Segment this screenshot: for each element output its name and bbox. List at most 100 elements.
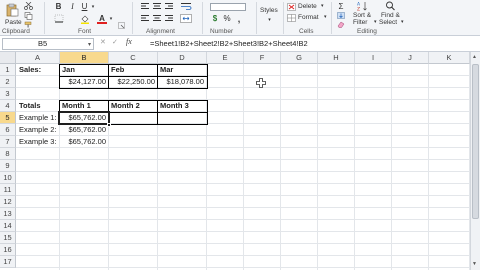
align-bottom-icon[interactable]: [164, 2, 174, 11]
percent-format-button[interactable]: %: [222, 14, 232, 23]
sort-filter-dropdown-icon[interactable]: ▾: [374, 19, 377, 25]
formula-input[interactable]: =Sheet1!B2+Sheet2!B2+Sheet3!B2+Sheet4!B2: [150, 38, 470, 50]
row-header-13[interactable]: 13: [0, 208, 16, 220]
fill-handle[interactable]: [107, 123, 111, 127]
format-cells-button[interactable]: Format: [298, 14, 319, 21]
sort-filter-button[interactable]: Filter: [353, 19, 367, 26]
styles-dropdown-icon[interactable]: ▾: [266, 17, 273, 23]
align-center-icon[interactable]: [152, 14, 162, 23]
row-header-9[interactable]: 9: [0, 160, 16, 172]
row-header-8[interactable]: 8: [0, 148, 16, 160]
cell-b6[interactable]: $65,762.00: [60, 124, 108, 136]
row-header-12[interactable]: 12: [0, 196, 16, 208]
cell-a5[interactable]: Example 1:: [17, 112, 59, 124]
sort-filter-label[interactable]: Sort &: [353, 12, 371, 19]
column-header-i[interactable]: I: [355, 52, 392, 64]
styles-button[interactable]: Styles: [260, 7, 278, 14]
row-header-11[interactable]: 11: [0, 184, 16, 196]
row-header-5[interactable]: 5: [0, 112, 16, 124]
cell-d1[interactable]: Mar: [158, 64, 206, 76]
delete-cells-button[interactable]: Delete: [298, 3, 317, 10]
delete-cells-icon[interactable]: [287, 3, 296, 11]
cell-c4[interactable]: Month 2: [109, 100, 157, 112]
font-dialog-launcher-icon[interactable]: [118, 22, 125, 29]
select-all-corner[interactable]: [0, 52, 16, 64]
vertical-scrollbar[interactable]: ▲ ▼: [470, 52, 480, 270]
cell-a4[interactable]: Totals: [17, 100, 59, 112]
align-middle-icon[interactable]: [152, 2, 162, 11]
cell-a6[interactable]: Example 2:: [17, 124, 59, 136]
row-header-1[interactable]: 1: [0, 64, 16, 76]
column-header-f[interactable]: F: [244, 52, 281, 64]
row-header-14[interactable]: 14: [0, 220, 16, 232]
row-header-2[interactable]: 2: [0, 76, 16, 88]
row-header-6[interactable]: 6: [0, 124, 16, 136]
align-top-left-icon[interactable]: [140, 2, 150, 11]
align-right-icon[interactable]: [164, 14, 174, 23]
cell-d4[interactable]: Month 3: [158, 100, 206, 112]
column-header-h[interactable]: H: [318, 52, 355, 64]
column-header-d[interactable]: D: [158, 52, 207, 64]
clear-icon[interactable]: [337, 21, 345, 28]
currency-format-button[interactable]: $: [210, 14, 220, 23]
fill-color-icon[interactable]: [80, 14, 90, 24]
column-header-j[interactable]: J: [392, 52, 429, 64]
cell-a7[interactable]: Example 3:: [17, 136, 59, 148]
comma-format-button[interactable]: ,: [234, 14, 244, 24]
delete-cells-dropdown-icon[interactable]: ▾: [321, 3, 324, 9]
cell-c2[interactable]: $22,250.00: [109, 76, 157, 88]
column-header-e[interactable]: E: [207, 52, 244, 64]
cell-c1[interactable]: Feb: [109, 64, 157, 76]
wrap-text-icon[interactable]: [180, 2, 192, 11]
column-header-b[interactable]: B: [60, 52, 109, 64]
fill-icon[interactable]: [337, 12, 345, 19]
column-header-a[interactable]: A: [16, 52, 60, 64]
font-color-icon[interactable]: A: [96, 13, 108, 24]
underline-dropdown-icon[interactable]: ▾: [90, 2, 96, 11]
find-select-icon[interactable]: [385, 1, 396, 11]
row-header-7[interactable]: 7: [0, 136, 16, 148]
scrollbar-thumb[interactable]: [472, 64, 479, 219]
find-select-label[interactable]: Find &: [381, 12, 400, 19]
scroll-down-icon[interactable]: ▼: [472, 261, 477, 267]
cell-a1[interactable]: Sales:: [17, 64, 59, 76]
scroll-up-icon[interactable]: ▲: [472, 54, 477, 60]
format-painter-icon[interactable]: [24, 21, 33, 28]
sort-filter-icon[interactable]: AZ: [357, 1, 368, 11]
cell-b1[interactable]: Jan: [60, 64, 108, 76]
row-header-16[interactable]: 16: [0, 244, 16, 256]
formula-cancel-icon[interactable]: ✕: [100, 38, 106, 46]
cut-icon[interactable]: [24, 2, 33, 10]
paste-icon[interactable]: [5, 3, 19, 17]
worksheet-grid[interactable]: A B C D E F G H I J K 1 2 3 4 5 6 7 8 9 …: [0, 52, 470, 270]
underline-button[interactable]: U: [80, 2, 89, 11]
find-select-button[interactable]: Select: [379, 19, 397, 26]
paste-button[interactable]: Paste: [5, 19, 22, 26]
column-header-g[interactable]: G: [281, 52, 318, 64]
column-header-c[interactable]: C: [109, 52, 158, 64]
borders-icon[interactable]: [54, 14, 64, 23]
find-select-dropdown-icon[interactable]: ▾: [401, 19, 404, 25]
row-header-3[interactable]: 3: [0, 88, 16, 100]
format-cells-dropdown-icon[interactable]: ▾: [324, 14, 327, 20]
bold-button[interactable]: B: [54, 2, 63, 11]
number-format-select[interactable]: [210, 3, 246, 11]
cell-b7[interactable]: $65,762.00: [60, 136, 108, 148]
insert-function-icon[interactable]: fx: [126, 37, 132, 46]
font-color-dropdown-icon[interactable]: ▾: [108, 14, 114, 23]
cell-b2[interactable]: $24,127.00: [60, 76, 108, 88]
name-box[interactable]: B5 ▾: [2, 38, 94, 50]
cell-d2[interactable]: $18,078.00: [158, 76, 206, 88]
column-header-k[interactable]: K: [429, 52, 470, 64]
name-box-dropdown-icon[interactable]: ▾: [88, 40, 91, 50]
format-cells-icon[interactable]: [287, 14, 296, 22]
row-header-4[interactable]: 4: [0, 100, 16, 112]
align-left-icon[interactable]: [140, 14, 150, 23]
merge-center-icon[interactable]: [180, 14, 192, 23]
italic-button[interactable]: I: [68, 2, 77, 11]
copy-icon[interactable]: [24, 12, 33, 20]
row-header-15[interactable]: 15: [0, 232, 16, 244]
formula-enter-icon[interactable]: ✓: [112, 38, 118, 46]
row-header-17[interactable]: 17: [0, 256, 16, 268]
row-header-10[interactable]: 10: [0, 172, 16, 184]
